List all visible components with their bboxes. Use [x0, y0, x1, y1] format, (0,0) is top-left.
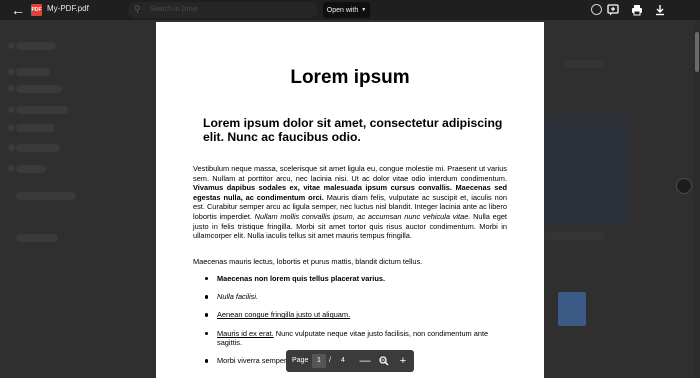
- scrollbar[interactable]: [694, 20, 700, 378]
- background-nav-row: [16, 234, 58, 242]
- current-page-input[interactable]: 1: [312, 354, 326, 368]
- page-label: Page: [292, 357, 309, 364]
- zoom-in-icon: +: [399, 355, 407, 367]
- list-item: Nulla facilisi.: [203, 292, 507, 302]
- background-nav-dot: [8, 68, 15, 75]
- document-paragraph-1: Vestibulum neque massa, scelerisque sit …: [193, 164, 507, 241]
- background-nav-dot: [8, 85, 15, 92]
- scrollbar-thumb[interactable]: [695, 32, 699, 72]
- arrow-back-icon: ←: [11, 2, 25, 18]
- print-icon: [632, 5, 642, 16]
- background-fab: [676, 178, 692, 194]
- background-doc-icon: [558, 292, 586, 326]
- list-item: Mauris id ex erat. Nunc vulputate neque …: [203, 329, 507, 348]
- search-bar[interactable]: ⚲ Search in Drive: [128, 2, 318, 18]
- page-separator: /: [329, 357, 331, 364]
- list-item: Aenean congue fringilla justo ut aliquam…: [203, 310, 507, 320]
- download-icon: [656, 5, 664, 16]
- background-nav-row: [16, 106, 68, 114]
- search-placeholder: Search in Drive: [150, 6, 198, 13]
- background-nav-row: [16, 68, 50, 76]
- zoom-reset-button[interactable]: [375, 352, 393, 370]
- background-nav-dot: [8, 42, 15, 49]
- page-controls: Page 1 / 4 — +: [286, 350, 414, 372]
- pdf-page: Lorem ipsum Lorem ipsum dolor sit amet, …: [156, 22, 544, 378]
- background-preview-card: [544, 114, 628, 226]
- background-nav-row: [16, 85, 62, 93]
- document-title: Lorem ipsum: [290, 67, 410, 88]
- list-item: Maecenas non lorem quis tellus placerat …: [203, 274, 507, 284]
- paragraph-italic-text: Nullam mollis convallis ipsum, ac accums…: [254, 211, 471, 221]
- zoom-out-icon: —: [359, 355, 371, 367]
- document-paragraph-2: Maecenas mauris lectus, lobortis et puru…: [193, 257, 423, 266]
- background-nav-dot: [8, 144, 15, 151]
- list-item-link[interactable]: Aenean congue fringilla justo ut aliquam…: [217, 310, 350, 319]
- total-pages: 4: [341, 357, 345, 364]
- background-nav-row: [16, 165, 46, 173]
- zoom-out-button[interactable]: —: [356, 352, 374, 370]
- pdf-file-icon: PDF: [31, 4, 42, 16]
- background-nav-row: [16, 144, 60, 152]
- viewer-topbar: ← PDF My-PDF.pdf ⚲ Search in Drive Open …: [0, 0, 700, 20]
- background-nav-dot: [8, 124, 15, 131]
- file-name: My-PDF.pdf: [47, 4, 89, 13]
- zoom-in-button[interactable]: +: [394, 352, 412, 370]
- background-nav-dot: [8, 106, 15, 113]
- background-header-text: [564, 60, 604, 68]
- background-nav-row: [16, 42, 56, 50]
- list-item-link[interactable]: Mauris id ex erat.: [217, 329, 274, 338]
- download-button[interactable]: [651, 1, 669, 19]
- add-comment-icon: [607, 4, 619, 16]
- background-card-caption: [544, 232, 604, 240]
- background-nav-dot: [8, 165, 15, 172]
- caret-down-icon: ▼: [361, 7, 367, 13]
- zoom-reset-icon: [379, 356, 389, 366]
- open-with-label: Open with: [326, 6, 359, 14]
- background-sidebar: [0, 20, 128, 378]
- background-nav-row: [16, 124, 54, 132]
- pdf-file-type-label: PDF: [31, 7, 42, 13]
- print-button[interactable]: [628, 1, 646, 19]
- background-nav-row: [16, 192, 76, 200]
- add-comment-button[interactable]: [604, 1, 622, 19]
- account-circle-icon[interactable]: [591, 4, 602, 15]
- back-button[interactable]: ←: [9, 1, 27, 19]
- search-icon: ⚲: [134, 4, 141, 14]
- paragraph-text: Vestibulum neque massa, scelerisque sit …: [193, 164, 507, 183]
- document-heading: Lorem ipsum dolor sit amet, consectetur …: [203, 116, 503, 144]
- open-with-button[interactable]: Open with ▼: [323, 2, 370, 18]
